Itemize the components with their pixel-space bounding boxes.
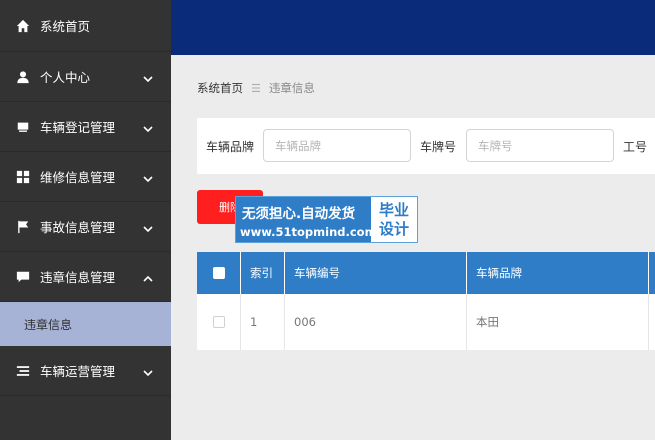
select-all-cell	[197, 252, 241, 294]
sidebar-item-label: 违章信息管理	[40, 270, 116, 285]
search-panel: 车辆品牌 车牌号 工号	[197, 118, 655, 174]
cell-vehicle-code: 006	[285, 294, 467, 350]
breadcrumb-current: 违章信息	[268, 81, 315, 95]
breadcrumb-separator: ☰	[251, 81, 261, 95]
job-number-label: 工号	[623, 140, 648, 154]
watermark-right-bottom: 设计	[378, 220, 409, 238]
chat-icon	[16, 270, 30, 284]
watermark-slogan: 无须担心.自动发货	[242, 206, 356, 222]
cell-more	[649, 294, 655, 350]
watermark-right-top: 毕业	[378, 201, 409, 219]
brand-label: 车辆品牌	[206, 140, 255, 154]
row-select-cell	[197, 294, 241, 350]
home-icon	[16, 19, 30, 33]
column-header-index: 索引	[241, 252, 285, 294]
watermark-url: www.51topmind.com	[240, 225, 377, 239]
chevron-down-icon	[143, 172, 153, 182]
list-icon	[16, 364, 30, 378]
brand-input[interactable]	[263, 129, 411, 162]
top-header	[171, 0, 655, 55]
plate-input[interactable]	[466, 129, 614, 162]
column-header-vehicle-code: 车辆编号	[285, 252, 467, 294]
sidebar-item-label: 维修信息管理	[40, 170, 116, 185]
sidebar-item-label: 车辆登记管理	[40, 120, 116, 135]
chevron-up-icon	[143, 272, 153, 282]
sidebar-item-violation[interactable]: 违章信息管理	[0, 252, 171, 302]
chevron-down-icon	[143, 366, 153, 376]
flag-icon	[16, 220, 30, 234]
plate-label: 车牌号	[420, 140, 457, 154]
select-all-checkbox[interactable]	[212, 267, 225, 279]
breadcrumb-home[interactable]: 系统首页	[197, 80, 243, 96]
sidebar-item-vehicle-registration[interactable]: 车辆登记管理	[0, 102, 171, 152]
user-icon	[16, 70, 30, 84]
sidebar-item-label: 车辆运营管理	[40, 364, 116, 379]
cell-index: 1	[241, 294, 285, 350]
table-header: 索引 车辆编号 车辆品牌	[197, 252, 655, 294]
column-header-vehicle-brand: 车辆品牌	[467, 252, 649, 294]
sidebar-item-label: 个人中心	[40, 70, 91, 85]
sidebar-item-home[interactable]: 系统首页	[0, 0, 171, 52]
sidebar: 系统首页 个人中心 车辆登记管理 维修信息管理 事故信息管理 违章信息管理 违章…	[0, 0, 171, 440]
sidebar-item-operations[interactable]: 车辆运营管理	[0, 346, 171, 396]
watermark-left: 无须担心.自动发货 www.51topmind.com	[236, 197, 377, 242]
column-header-more	[649, 252, 655, 294]
chevron-down-icon	[143, 222, 153, 232]
sidebar-item-label: 系统首页	[40, 19, 91, 34]
main-content: 系统首页 ☰ 违章信息 车辆品牌 车牌号 工号 删除 无须担心.自动发货 www…	[171, 55, 655, 440]
breadcrumb: 系统首页 ☰ 违章信息	[197, 80, 315, 96]
cell-vehicle-brand: 本田	[467, 294, 649, 350]
table-row[interactable]: 1 006 本田	[197, 294, 655, 350]
sidebar-item-accident[interactable]: 事故信息管理	[0, 202, 171, 252]
data-table: 索引 车辆编号 车辆品牌 1 006 本田	[197, 252, 655, 350]
chevron-down-icon	[143, 72, 153, 82]
sidebar-subitem-label: 违章信息	[24, 317, 73, 332]
sidebar-subitem-violation-info[interactable]: 违章信息	[0, 302, 171, 346]
grid-icon	[16, 170, 30, 184]
sidebar-item-personal[interactable]: 个人中心	[0, 52, 171, 102]
car-icon	[16, 120, 30, 134]
row-checkbox[interactable]	[212, 316, 225, 328]
sidebar-item-repair[interactable]: 维修信息管理	[0, 152, 171, 202]
watermark-right: 毕业 设计	[371, 197, 417, 242]
chevron-down-icon	[143, 122, 153, 132]
sidebar-item-label: 事故信息管理	[40, 220, 116, 235]
watermark-badge: 无须担心.自动发货 www.51topmind.com 毕业 设计	[235, 196, 418, 243]
